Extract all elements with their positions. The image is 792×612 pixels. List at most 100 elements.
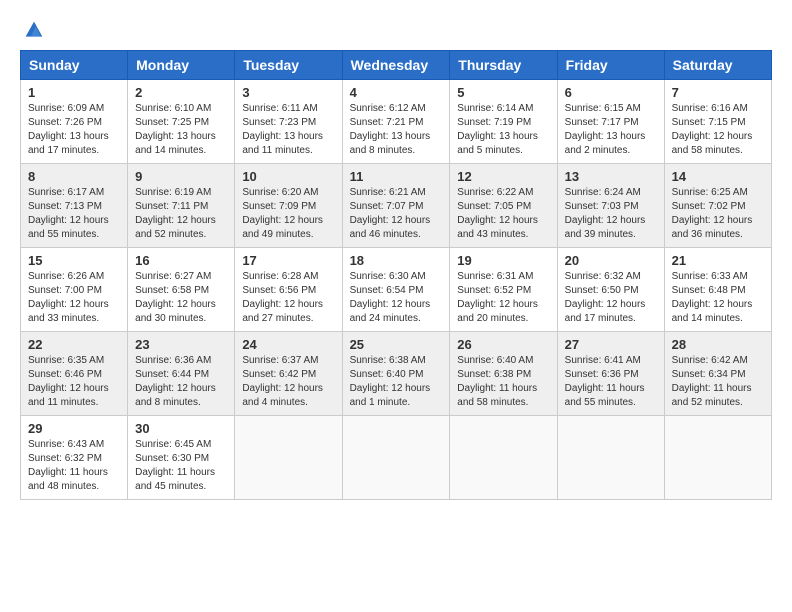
- calendar-cell: 27 Sunrise: 6:41 AMSunset: 6:36 PMDaylig…: [557, 332, 664, 416]
- logo: [20, 20, 44, 40]
- day-info: Sunrise: 6:36 AMSunset: 6:44 PMDaylight:…: [135, 354, 227, 410]
- day-number: 10: [242, 169, 334, 184]
- day-info: Sunrise: 6:38 AMSunset: 6:40 PMDaylight:…: [350, 354, 443, 410]
- day-number: 5: [457, 85, 549, 100]
- day-number: 29: [28, 421, 120, 436]
- day-info: Sunrise: 6:16 AMSunset: 7:15 PMDaylight:…: [672, 102, 764, 158]
- day-number: 14: [672, 169, 764, 184]
- calendar-week-3: 15 Sunrise: 6:26 AMSunset: 7:00 PMDaylig…: [21, 248, 772, 332]
- day-number: 15: [28, 253, 120, 268]
- day-number: 7: [672, 85, 764, 100]
- calendar-cell: 11 Sunrise: 6:21 AMSunset: 7:07 PMDaylig…: [342, 164, 450, 248]
- calendar-cell: 30 Sunrise: 6:45 AMSunset: 6:30 PMDaylig…: [128, 416, 235, 500]
- day-info: Sunrise: 6:17 AMSunset: 7:13 PMDaylight:…: [28, 186, 120, 242]
- calendar-cell: 8 Sunrise: 6:17 AMSunset: 7:13 PMDayligh…: [21, 164, 128, 248]
- day-number: 11: [350, 169, 443, 184]
- calendar-cell: [342, 416, 450, 500]
- calendar-cell: 6 Sunrise: 6:15 AMSunset: 7:17 PMDayligh…: [557, 80, 664, 164]
- day-number: 27: [565, 337, 657, 352]
- logo-icon: [24, 20, 44, 40]
- day-info: Sunrise: 6:31 AMSunset: 6:52 PMDaylight:…: [457, 270, 549, 326]
- day-number: 30: [135, 421, 227, 436]
- calendar-week-4: 22 Sunrise: 6:35 AMSunset: 6:46 PMDaylig…: [21, 332, 772, 416]
- day-info: Sunrise: 6:20 AMSunset: 7:09 PMDaylight:…: [242, 186, 334, 242]
- day-info: Sunrise: 6:24 AMSunset: 7:03 PMDaylight:…: [565, 186, 657, 242]
- calendar-cell: [664, 416, 771, 500]
- day-info: Sunrise: 6:14 AMSunset: 7:19 PMDaylight:…: [457, 102, 549, 158]
- day-info: Sunrise: 6:28 AMSunset: 6:56 PMDaylight:…: [242, 270, 334, 326]
- column-header-wednesday: Wednesday: [342, 51, 450, 80]
- calendar-cell: 28 Sunrise: 6:42 AMSunset: 6:34 PMDaylig…: [664, 332, 771, 416]
- day-number: 9: [135, 169, 227, 184]
- day-info: Sunrise: 6:12 AMSunset: 7:21 PMDaylight:…: [350, 102, 443, 158]
- day-number: 16: [135, 253, 227, 268]
- day-number: 12: [457, 169, 549, 184]
- calendar-cell: [235, 416, 342, 500]
- calendar-cell: 17 Sunrise: 6:28 AMSunset: 6:56 PMDaylig…: [235, 248, 342, 332]
- day-number: 25: [350, 337, 443, 352]
- day-info: Sunrise: 6:41 AMSunset: 6:36 PMDaylight:…: [565, 354, 657, 410]
- day-number: 19: [457, 253, 549, 268]
- day-info: Sunrise: 6:25 AMSunset: 7:02 PMDaylight:…: [672, 186, 764, 242]
- day-number: 13: [565, 169, 657, 184]
- calendar-week-2: 8 Sunrise: 6:17 AMSunset: 7:13 PMDayligh…: [21, 164, 772, 248]
- day-info: Sunrise: 6:30 AMSunset: 6:54 PMDaylight:…: [350, 270, 443, 326]
- calendar-cell: 12 Sunrise: 6:22 AMSunset: 7:05 PMDaylig…: [450, 164, 557, 248]
- day-info: Sunrise: 6:19 AMSunset: 7:11 PMDaylight:…: [135, 186, 227, 242]
- calendar-cell: 9 Sunrise: 6:19 AMSunset: 7:11 PMDayligh…: [128, 164, 235, 248]
- day-info: Sunrise: 6:27 AMSunset: 6:58 PMDaylight:…: [135, 270, 227, 326]
- calendar-cell: 16 Sunrise: 6:27 AMSunset: 6:58 PMDaylig…: [128, 248, 235, 332]
- day-number: 24: [242, 337, 334, 352]
- column-header-monday: Monday: [128, 51, 235, 80]
- calendar-cell: 10 Sunrise: 6:20 AMSunset: 7:09 PMDaylig…: [235, 164, 342, 248]
- day-number: 6: [565, 85, 657, 100]
- day-info: Sunrise: 6:22 AMSunset: 7:05 PMDaylight:…: [457, 186, 549, 242]
- calendar-cell: 21 Sunrise: 6:33 AMSunset: 6:48 PMDaylig…: [664, 248, 771, 332]
- day-number: 3: [242, 85, 334, 100]
- calendar-cell: 26 Sunrise: 6:40 AMSunset: 6:38 PMDaylig…: [450, 332, 557, 416]
- day-info: Sunrise: 6:32 AMSunset: 6:50 PMDaylight:…: [565, 270, 657, 326]
- day-info: Sunrise: 6:15 AMSunset: 7:17 PMDaylight:…: [565, 102, 657, 158]
- calendar-cell: 3 Sunrise: 6:11 AMSunset: 7:23 PMDayligh…: [235, 80, 342, 164]
- day-info: Sunrise: 6:33 AMSunset: 6:48 PMDaylight:…: [672, 270, 764, 326]
- column-header-tuesday: Tuesday: [235, 51, 342, 80]
- calendar-week-1: 1 Sunrise: 6:09 AMSunset: 7:26 PMDayligh…: [21, 80, 772, 164]
- calendar-cell: 15 Sunrise: 6:26 AMSunset: 7:00 PMDaylig…: [21, 248, 128, 332]
- calendar-header-row: SundayMondayTuesdayWednesdayThursdayFrid…: [21, 51, 772, 80]
- day-info: Sunrise: 6:43 AMSunset: 6:32 PMDaylight:…: [28, 438, 120, 494]
- calendar-cell: 1 Sunrise: 6:09 AMSunset: 7:26 PMDayligh…: [21, 80, 128, 164]
- day-number: 2: [135, 85, 227, 100]
- calendar-cell: 18 Sunrise: 6:30 AMSunset: 6:54 PMDaylig…: [342, 248, 450, 332]
- calendar-cell: 4 Sunrise: 6:12 AMSunset: 7:21 PMDayligh…: [342, 80, 450, 164]
- column-header-thursday: Thursday: [450, 51, 557, 80]
- calendar-cell: 22 Sunrise: 6:35 AMSunset: 6:46 PMDaylig…: [21, 332, 128, 416]
- day-number: 28: [672, 337, 764, 352]
- calendar-cell: 2 Sunrise: 6:10 AMSunset: 7:25 PMDayligh…: [128, 80, 235, 164]
- day-info: Sunrise: 6:37 AMSunset: 6:42 PMDaylight:…: [242, 354, 334, 410]
- calendar-cell: 20 Sunrise: 6:32 AMSunset: 6:50 PMDaylig…: [557, 248, 664, 332]
- calendar-cell: 19 Sunrise: 6:31 AMSunset: 6:52 PMDaylig…: [450, 248, 557, 332]
- day-info: Sunrise: 6:09 AMSunset: 7:26 PMDaylight:…: [28, 102, 120, 158]
- day-number: 26: [457, 337, 549, 352]
- calendar: SundayMondayTuesdayWednesdayThursdayFrid…: [20, 50, 772, 500]
- day-info: Sunrise: 6:26 AMSunset: 7:00 PMDaylight:…: [28, 270, 120, 326]
- day-number: 22: [28, 337, 120, 352]
- column-header-friday: Friday: [557, 51, 664, 80]
- calendar-cell: 24 Sunrise: 6:37 AMSunset: 6:42 PMDaylig…: [235, 332, 342, 416]
- day-info: Sunrise: 6:11 AMSunset: 7:23 PMDaylight:…: [242, 102, 334, 158]
- calendar-cell: 25 Sunrise: 6:38 AMSunset: 6:40 PMDaylig…: [342, 332, 450, 416]
- page-header: [20, 20, 772, 40]
- calendar-week-5: 29 Sunrise: 6:43 AMSunset: 6:32 PMDaylig…: [21, 416, 772, 500]
- column-header-saturday: Saturday: [664, 51, 771, 80]
- day-number: 8: [28, 169, 120, 184]
- day-number: 18: [350, 253, 443, 268]
- calendar-cell: 13 Sunrise: 6:24 AMSunset: 7:03 PMDaylig…: [557, 164, 664, 248]
- day-number: 1: [28, 85, 120, 100]
- day-info: Sunrise: 6:21 AMSunset: 7:07 PMDaylight:…: [350, 186, 443, 242]
- day-info: Sunrise: 6:42 AMSunset: 6:34 PMDaylight:…: [672, 354, 764, 410]
- column-header-sunday: Sunday: [21, 51, 128, 80]
- day-info: Sunrise: 6:10 AMSunset: 7:25 PMDaylight:…: [135, 102, 227, 158]
- day-number: 21: [672, 253, 764, 268]
- day-info: Sunrise: 6:35 AMSunset: 6:46 PMDaylight:…: [28, 354, 120, 410]
- day-number: 4: [350, 85, 443, 100]
